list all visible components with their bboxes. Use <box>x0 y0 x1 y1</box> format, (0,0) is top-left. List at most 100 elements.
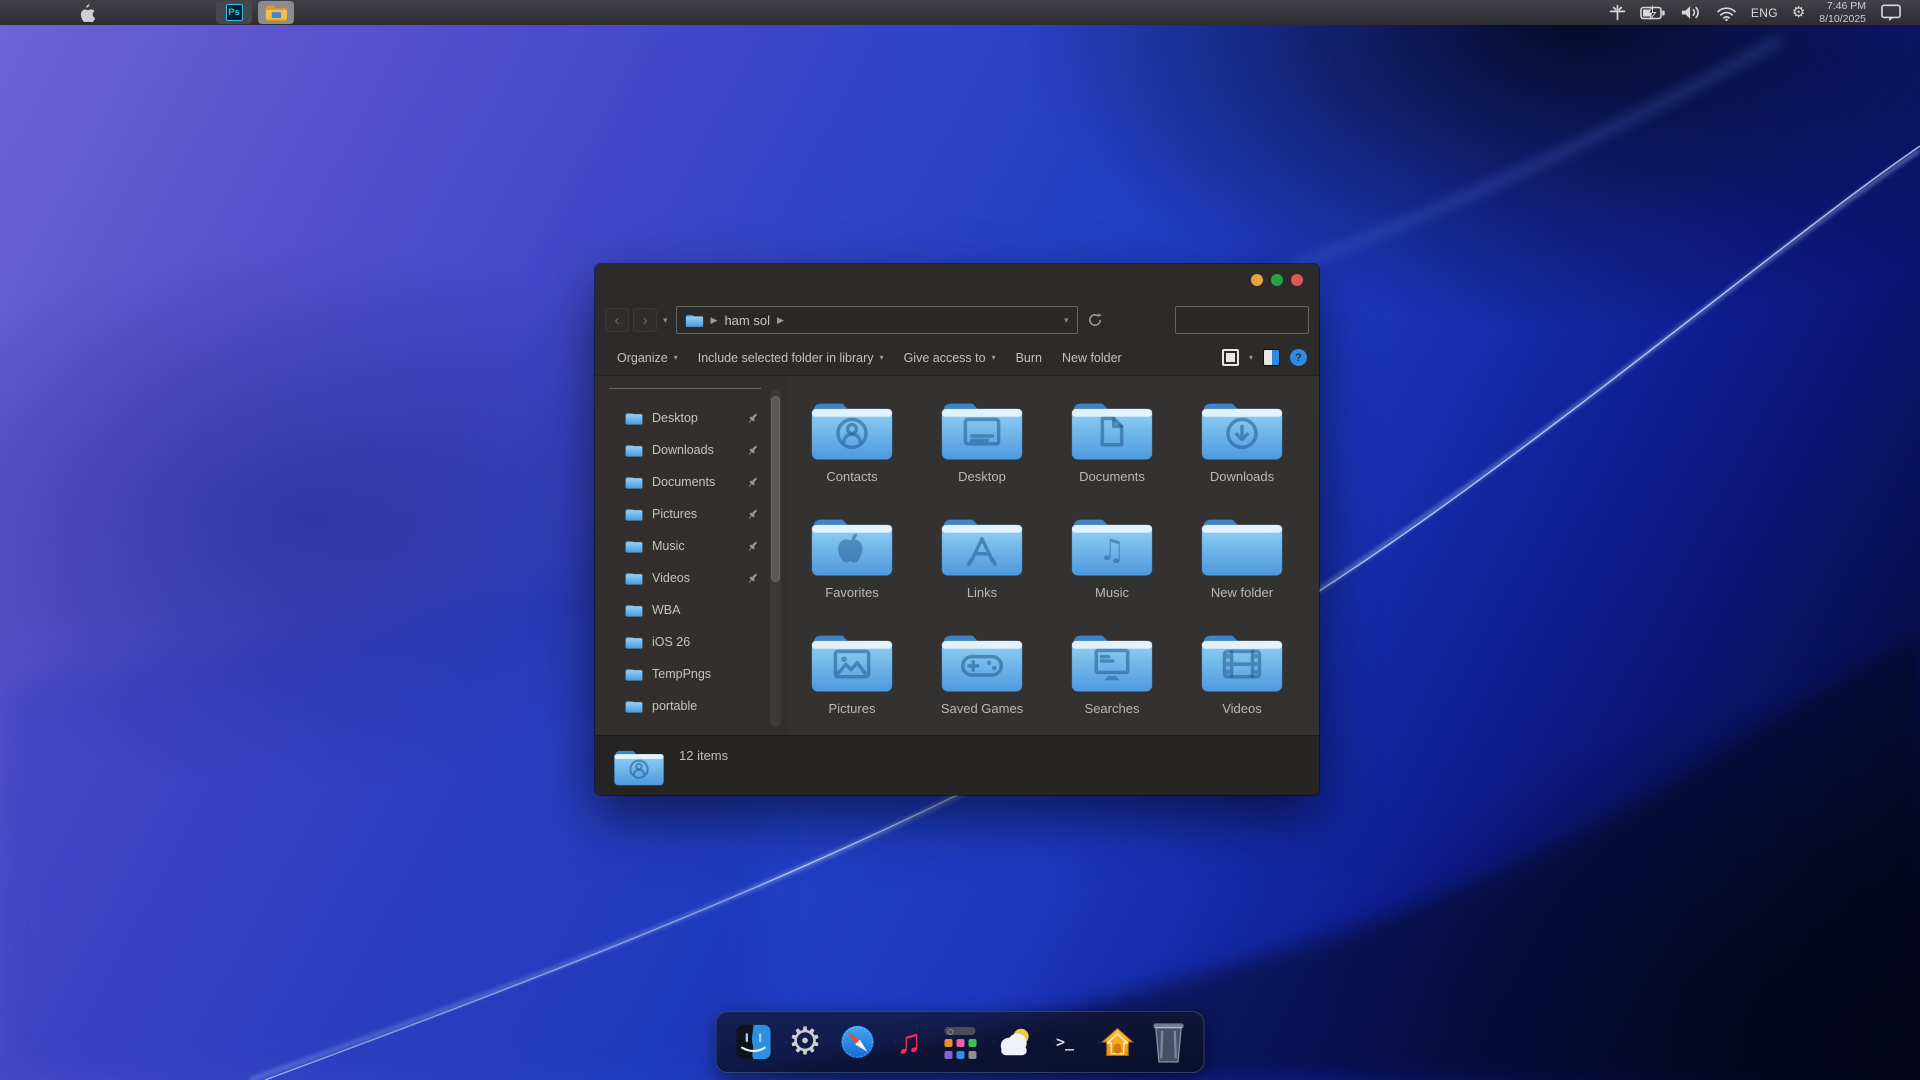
minimize-button[interactable] <box>1251 274 1263 286</box>
refresh-icon <box>1088 313 1102 326</box>
language-indicator[interactable]: ENG <box>1751 6 1778 20</box>
folder-label: Saved Games <box>940 701 1024 716</box>
music-note-icon: ♫ <box>896 1023 922 1061</box>
search-box[interactable] <box>1175 306 1319 334</box>
breadcrumb-location[interactable]: ham sol <box>724 313 770 328</box>
settings-dock-item[interactable]: ⚙ <box>781 1019 828 1066</box>
folder-label: Contacts <box>826 469 878 484</box>
folder-icon <box>625 509 643 521</box>
weather-dock-item[interactable] <box>989 1019 1036 1066</box>
sidebar-item-label: Documents <box>652 475 716 489</box>
contacts-folder-icon <box>612 745 666 793</box>
folder-downloads[interactable]: Downloads <box>1177 392 1307 508</box>
contacts-folder-icon <box>614 750 664 786</box>
folder-favorites[interactable]: Favorites <box>787 508 917 624</box>
organize-button[interactable]: Organize ▾ <box>607 346 688 370</box>
forward-button[interactable]: › <box>633 308 657 332</box>
wifi-icon[interactable] <box>1716 5 1737 21</box>
folder-label: Pictures <box>828 701 876 716</box>
folder-music[interactable]: ♫ Music <box>1047 508 1177 624</box>
chevron-down-icon: ▾ <box>673 353 678 362</box>
chevron-down-icon: ▾ <box>991 353 996 362</box>
folder-saved-games[interactable]: Saved Games <box>917 624 1047 740</box>
favorites-folder-icon <box>811 519 893 577</box>
folder-videos[interactable]: Videos <box>1177 624 1307 740</box>
change-view-dropdown-icon[interactable]: ▾ <box>1249 353 1253 362</box>
refresh-button[interactable] <box>1082 312 1108 328</box>
folder-label: Downloads <box>1209 469 1275 484</box>
sidebar-scrollbar-thumb[interactable] <box>771 396 780 582</box>
help-button[interactable]: ? <box>1290 349 1307 366</box>
volume-icon[interactable] <box>1680 4 1702 21</box>
pin-icon <box>748 413 757 423</box>
sidebar-item-portable[interactable]: portable <box>595 690 767 722</box>
burn-button[interactable]: Burn <box>1006 346 1052 370</box>
sidebar-item-downloads[interactable]: Downloads <box>595 434 767 466</box>
give-access-to-button[interactable]: Give access to ▾ <box>894 346 1006 370</box>
menu-bar: Ps ENG ⚙ 7:46 PM 8/10/2025 <box>0 0 1920 25</box>
preview-pane-button[interactable] <box>1263 349 1280 366</box>
taskbar-file-explorer-app[interactable] <box>258 1 294 24</box>
sidebar-scrollbar[interactable] <box>770 390 781 727</box>
close-button[interactable] <box>1291 274 1303 286</box>
sidebar-item-videos[interactable]: Videos <box>595 562 767 594</box>
pin-icon <box>748 509 757 519</box>
sidebar-item-ios-26[interactable]: iOS 26 <box>595 626 767 658</box>
home-dock-item[interactable] <box>1093 1019 1140 1066</box>
search-input[interactable] <box>1176 313 1319 327</box>
breadcrumb-arrow-icon[interactable]: ▶ <box>777 315 784 326</box>
items-count: 12 items <box>679 748 729 763</box>
recent-locations-dropdown[interactable]: ▾ <box>663 315 668 326</box>
change-view-button[interactable] <box>1221 349 1239 366</box>
window-titlebar[interactable] <box>595 264 1319 300</box>
folder-links[interactable]: Links <box>917 508 1047 624</box>
music-dock-item[interactable]: ♫ <box>885 1019 932 1066</box>
launchpad-search-bar <box>944 1026 976 1035</box>
folder-icon <box>625 541 643 553</box>
new-folder-button[interactable]: New folder <box>1052 346 1132 370</box>
launchpad-dock-item[interactable] <box>937 1019 984 1066</box>
clock[interactable]: 7:46 PM 8/10/2025 <box>1819 0 1866 24</box>
hidden-items-icon[interactable] <box>1609 4 1626 21</box>
folder-desktop[interactable]: Desktop <box>917 392 1047 508</box>
settings-gear-icon: ⚙ <box>787 1021 823 1063</box>
sidebar-item-wba[interactable]: WBA <box>595 594 767 626</box>
toolbar-button-label: New folder <box>1061 350 1122 365</box>
safari-dock-item[interactable] <box>833 1019 880 1066</box>
sidebar-item-documents[interactable]: Documents <box>595 466 767 498</box>
zoom-button[interactable] <box>1271 274 1283 286</box>
sidebar-item-label: Desktop <box>652 411 698 425</box>
sidebar-item-pictures[interactable]: Pictures <box>595 498 767 530</box>
taskbar-photoshop-app[interactable]: Ps <box>216 1 252 24</box>
folder-new-folder[interactable]: New folder <box>1177 508 1307 624</box>
battery-charging-icon[interactable] <box>1640 4 1666 21</box>
folder-contacts[interactable]: Contacts <box>787 392 917 508</box>
apple-menu[interactable] <box>66 3 106 22</box>
sidebar-item-desktop[interactable]: Desktop <box>595 402 767 434</box>
folder-label: New folder <box>1210 585 1274 600</box>
folder-grid: Contacts Desktop Documents Downloads Fav… <box>787 392 1307 740</box>
terminal-dock-item[interactable]: >_ <box>1041 1019 1088 1066</box>
weather-cloud-icon <box>1000 1028 1029 1056</box>
searches-folder-icon <box>1071 635 1153 693</box>
sidebar-item-label: WBA <box>652 603 681 617</box>
links-folder-icon <box>941 519 1023 577</box>
trash-dock-item[interactable] <box>1145 1019 1192 1066</box>
address-dropdown-icon[interactable]: ▾ <box>1064 315 1069 326</box>
photoshop-icon: Ps <box>225 4 243 21</box>
folder-pictures[interactable]: Pictures <box>787 624 917 740</box>
settings-gear-icon[interactable]: ⚙ <box>1792 5 1805 20</box>
clock-date: 8/10/2025 <box>1819 12 1866 25</box>
breadcrumb-arrow-icon: ▶ <box>710 314 718 325</box>
sidebar-item-temppngs[interactable]: TempPngs <box>595 658 767 690</box>
home-icon <box>1100 1027 1134 1056</box>
back-button[interactable]: ‹ <box>605 308 629 332</box>
finder-dock-item[interactable] <box>729 1019 776 1066</box>
sidebar-item-music[interactable]: Music <box>595 530 767 562</box>
notifications-icon[interactable] <box>1880 3 1902 22</box>
saved-games-folder-icon <box>941 635 1023 693</box>
folder-searches[interactable]: Searches <box>1047 624 1177 740</box>
address-bar[interactable]: ▶ ham sol ▶ ▾ <box>675 306 1078 334</box>
include-selected-folder-in-library-button[interactable]: Include selected folder in library ▾ <box>688 346 894 370</box>
folder-documents[interactable]: Documents <box>1047 392 1177 508</box>
